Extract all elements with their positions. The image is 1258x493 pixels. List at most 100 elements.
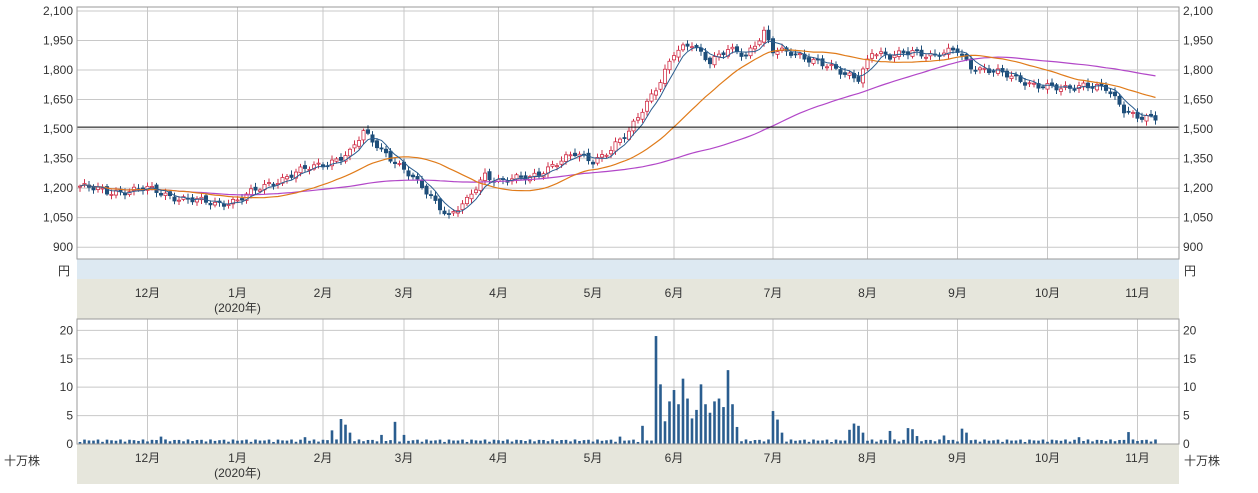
candle-body [424,185,429,195]
candle-body [482,172,487,181]
volume-bar [893,439,896,444]
volume-bar [1131,439,1135,444]
candle-body [316,162,321,165]
price-tick-right: 1,200 [1183,181,1213,195]
volume-bar [402,434,406,444]
candle-body [253,186,258,191]
candle-body [892,54,897,59]
volume-bar [690,418,694,444]
candle-body [419,179,424,188]
candle-body [460,203,465,210]
volume-bar [438,439,442,444]
volume-bar [686,398,689,444]
volume-bar [1073,439,1076,444]
volume-bar [416,439,419,444]
volume-bar [110,440,113,444]
volume-bar [564,439,568,444]
month-label: 5月 [584,286,603,300]
stock-chart: 2,100 2,100 1,950 1,950 1,800 1,800 1,650 1,650… [0,0,1258,488]
volume-bar [299,439,302,444]
volume-bar [825,439,829,444]
volume-bar [425,439,428,444]
volume-bar [618,436,622,444]
volume-bar [605,440,608,444]
candle-body [600,154,605,158]
candle-body [883,51,888,55]
candle-body [289,174,294,178]
price-tick-left: 1,500 [43,122,73,136]
candle-body [924,56,929,59]
candle-body [658,82,663,90]
volume-tick-right: 10 [1183,380,1197,394]
candle-body [681,44,686,51]
volume-bar [623,440,626,444]
candle-body [514,174,519,180]
candle-body [226,204,231,206]
candle-body [410,174,415,178]
candle-body [978,67,983,71]
candle-body [257,189,262,192]
candle-body [654,90,659,96]
volume-bar [843,440,847,444]
volume-bar [974,439,977,444]
volume-bar [105,439,109,444]
candle-body [870,53,875,59]
price-tick-right: 1,350 [1183,152,1213,166]
volume-bar [222,439,226,444]
candle-body [212,201,217,206]
price-tick-left: 1,350 [43,152,73,166]
volume-bar [695,409,698,444]
volume-tick-left: 0 [66,437,73,451]
candle-body [762,29,767,43]
volume-bar [632,439,635,444]
volume-bar [1055,440,1058,444]
volume-bar [821,440,824,444]
price-tick-left: 1,950 [43,33,73,47]
volume-bar [1118,439,1121,444]
candle-body [829,64,834,67]
candle-body [703,51,708,61]
volume-bar [132,440,136,444]
candle-body [1122,104,1127,114]
volume-bar [326,440,329,444]
month-label: 4月 [489,451,508,465]
month-label: 6月 [665,451,684,465]
month-label: 8月 [858,286,877,300]
volume-bar [717,398,721,444]
month-label: 12月 [135,451,160,465]
volume-bar [942,435,946,444]
volume-unit-left: 十万株 [4,453,40,468]
candle-body [879,51,884,54]
price-tick-left: 1,800 [43,63,73,77]
candle-body [636,117,641,121]
volume-bar [1032,440,1036,444]
chart-svg: 2,100 2,100 1,950 1,950 1,800 1,800 1,650 1,650… [4,4,1220,484]
volume-bar [380,434,383,444]
month-label: 3月 [395,451,414,465]
month-label: 4月 [489,286,508,300]
candle-body [667,60,672,71]
volume-bar [200,439,203,444]
volume-bar [344,424,347,444]
candle-body [631,120,636,132]
volume-bar [929,439,932,444]
volume-bar [1005,439,1009,444]
volume-bar [645,440,649,444]
candle-body [856,76,861,82]
volume-bar [582,440,586,444]
candle-body [640,111,645,120]
month-label: 3月 [395,286,414,300]
volume-bar [119,439,122,444]
candle-body [766,29,771,41]
volume-bar [870,439,874,444]
volume-bar [155,440,158,444]
volume-bar [231,439,235,444]
candle-body [1117,95,1122,105]
candle-body [843,72,848,75]
candle-body [744,54,749,57]
candle-body [451,211,456,214]
candle-body [271,183,276,186]
candle-body [604,154,609,157]
volume-bar [492,439,496,444]
candle-body [739,52,744,57]
